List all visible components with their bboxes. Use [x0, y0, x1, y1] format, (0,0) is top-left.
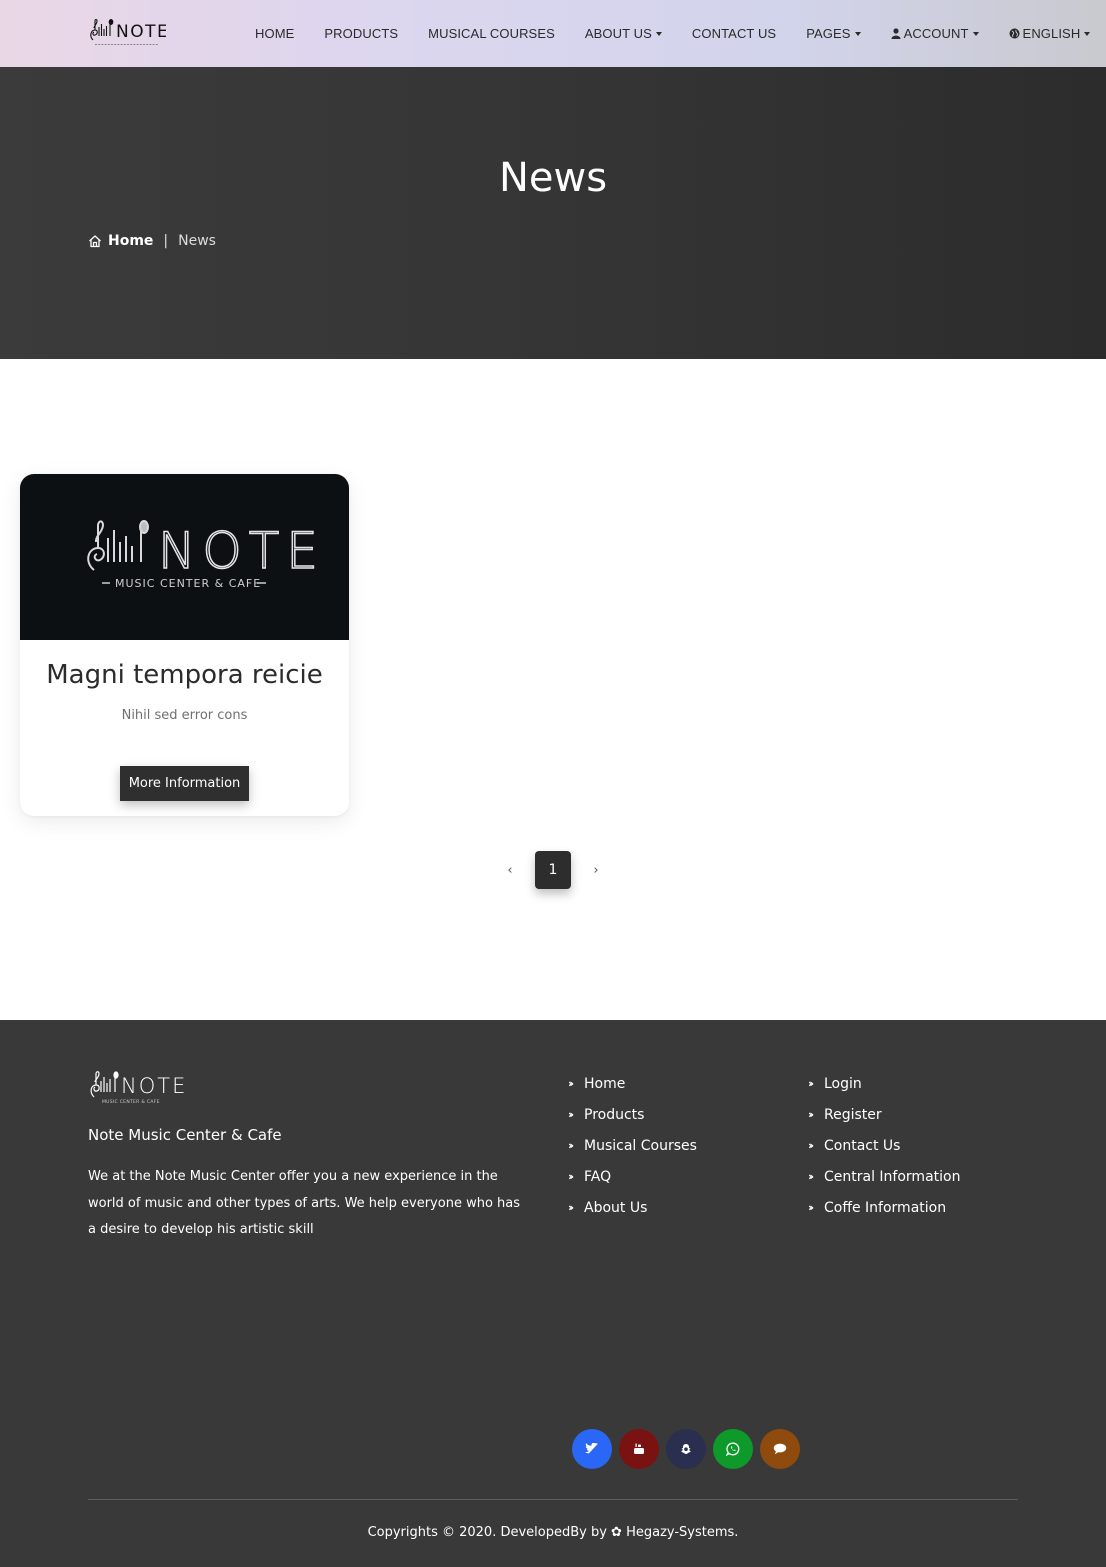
pagination-prev-button[interactable]: ‹: [500, 863, 520, 878]
home-icon: [89, 235, 101, 248]
double-chevron-right-icon: ››: [808, 1108, 814, 1121]
double-chevron-right-icon: ››: [808, 1139, 814, 1152]
nav-label: PAGES: [806, 26, 851, 41]
footer-brand-name: Note Music Center & Cafe: [88, 1126, 282, 1144]
top-navbar: NOTE HOME PRODUCTS MUSICAL COURSES ABOUT…: [0, 0, 1106, 67]
double-chevron-right-icon: ››: [808, 1077, 814, 1090]
nav-pages[interactable]: PAGES: [791, 26, 875, 41]
footer-link-label: Products: [584, 1106, 645, 1123]
main-nav: HOME PRODUCTS MUSICAL COURSES ABOUT US C…: [240, 0, 1105, 67]
breadcrumb-home-link[interactable]: Home: [108, 233, 153, 249]
footer-note-logo[interactable]: NOTE MUSIC CENTER & CAFE: [88, 1070, 186, 1106]
image-wordmark: NOTE: [158, 522, 325, 580]
chat-icon: [773, 1443, 787, 1455]
nav-products[interactable]: PRODUCTS: [309, 26, 413, 41]
copyright-text: Copyrights © 2020. DevelopedBy by ✿ Hega…: [367, 1525, 739, 1540]
footer-link-register[interactable]: ›› Register: [808, 1099, 960, 1130]
more-information-button[interactable]: More Information: [120, 766, 249, 801]
pagination: ‹ 1 ›: [500, 851, 606, 889]
double-chevron-right-icon: ››: [568, 1077, 574, 1090]
double-chevron-right-icon: ››: [808, 1170, 814, 1183]
nav-about-us[interactable]: ABOUT US: [570, 26, 677, 41]
site-footer: NOTE MUSIC CENTER & CAFE Note Music Cent…: [0, 1020, 1106, 1567]
footer-link-central-information[interactable]: ›› Central Information: [808, 1161, 960, 1192]
nav-home[interactable]: HOME: [240, 26, 309, 41]
news-card-image[interactable]: NOTE MUSIC CENTER & CAFE: [20, 474, 349, 640]
youtube-button[interactable]: [619, 1429, 659, 1469]
note-logo[interactable]: NOTE: [88, 18, 166, 48]
footer-link-login[interactable]: ›› Login: [808, 1068, 960, 1099]
nav-label: ENGLISH: [1022, 26, 1081, 41]
snapchat-icon: [681, 1444, 691, 1454]
snapchat-button[interactable]: [666, 1429, 706, 1469]
caret-down-icon: [972, 32, 979, 36]
footer-link-label: Register: [824, 1106, 882, 1123]
pagination-next-button[interactable]: ›: [586, 863, 606, 878]
footer-logo-wordmark: NOTE: [121, 1074, 186, 1098]
breadcrumb: Home | News: [88, 233, 216, 249]
double-chevron-right-icon: ››: [808, 1201, 814, 1214]
page-title: News: [498, 155, 608, 201]
double-chevron-right-icon: ››: [568, 1201, 574, 1214]
footer-logo-tagline: MUSIC CENTER & CAFE: [102, 1099, 160, 1105]
nav-language[interactable]: ENGLISH: [994, 26, 1106, 41]
nav-label: HOME: [255, 26, 295, 41]
footer-link-coffe-information[interactable]: ›› Coffe Information: [808, 1192, 960, 1223]
youtube-icon: [634, 1443, 644, 1454]
double-chevron-right-icon: ››: [568, 1170, 574, 1183]
breadcrumb-separator: |: [163, 233, 169, 249]
footer-description: We at the Note Music Center offer you a …: [88, 1169, 521, 1237]
footer-links-col-2: ›› Login ›› Register ›› Contact Us ›› Centra…: [808, 1068, 960, 1223]
whatsapp-button[interactable]: [713, 1429, 753, 1469]
nav-label: ACCOUNT: [903, 26, 969, 41]
whatsapp-icon: [726, 1442, 740, 1456]
footer-link-label: About Us: [584, 1199, 648, 1216]
nav-account[interactable]: ACCOUNT: [876, 26, 994, 41]
twitter-button[interactable]: [572, 1429, 612, 1469]
breadcrumb-current: News: [178, 233, 216, 249]
twitter-icon: [585, 1443, 598, 1454]
nav-label: PRODUCTS: [324, 26, 399, 41]
image-tagline: MUSIC CENTER & CAFE: [115, 577, 261, 590]
nav-label: ABOUT US: [584, 26, 652, 41]
news-card-subtitle: Nihil sed error cons: [121, 708, 248, 723]
pagination-page-1[interactable]: 1: [535, 851, 571, 889]
page-hero: News Home | News: [0, 67, 1106, 359]
caret-down-icon: [854, 32, 861, 36]
note-logo-image: NOTE MUSIC CENTER & CAFE: [87, 520, 325, 590]
caret-down-icon: [1084, 32, 1091, 36]
news-card: NOTE MUSIC CENTER & CAFE Magni tempora r…: [20, 474, 349, 816]
footer-link-label: Central Information: [824, 1168, 961, 1185]
globe-icon: [1009, 28, 1020, 39]
footer-link-about-us[interactable]: ›› About Us: [568, 1192, 697, 1223]
logo-wordmark: NOTE: [116, 22, 166, 42]
double-chevron-right-icon: ››: [568, 1108, 574, 1121]
footer-link-musical-courses[interactable]: ›› Musical Courses: [568, 1130, 697, 1161]
footer-link-label: Contact Us: [824, 1137, 901, 1154]
footer-divider: [88, 1499, 1018, 1500]
footer-link-label: Home: [584, 1075, 626, 1092]
footer-link-faq[interactable]: ›› FAQ: [568, 1161, 697, 1192]
social-links: [572, 1429, 807, 1469]
footer-link-products[interactable]: ›› Products: [568, 1099, 697, 1130]
user-icon: [891, 28, 901, 39]
footer-link-label: Login: [824, 1075, 862, 1092]
caret-down-icon: [655, 32, 662, 36]
footer-links-col-1: ›› Home ›› Products ›› Musical Courses ›› FA…: [568, 1068, 697, 1223]
footer-link-label: FAQ: [584, 1168, 612, 1185]
news-card-title[interactable]: Magni tempora reicie: [20, 660, 349, 690]
chat-button[interactable]: [760, 1429, 800, 1469]
nav-musical-courses[interactable]: MUSICAL COURSES: [413, 26, 570, 41]
footer-link-contact-us[interactable]: ›› Contact Us: [808, 1130, 960, 1161]
footer-link-home[interactable]: ›› Home: [568, 1068, 697, 1099]
nav-label: CONTACT US: [691, 26, 777, 41]
nav-contact-us[interactable]: CONTACT US: [677, 26, 791, 41]
footer-link-label: Coffe Information: [824, 1199, 947, 1216]
nav-label: MUSICAL COURSES: [428, 26, 555, 41]
double-chevron-right-icon: ››: [568, 1139, 574, 1152]
footer-link-label: Musical Courses: [584, 1137, 697, 1154]
